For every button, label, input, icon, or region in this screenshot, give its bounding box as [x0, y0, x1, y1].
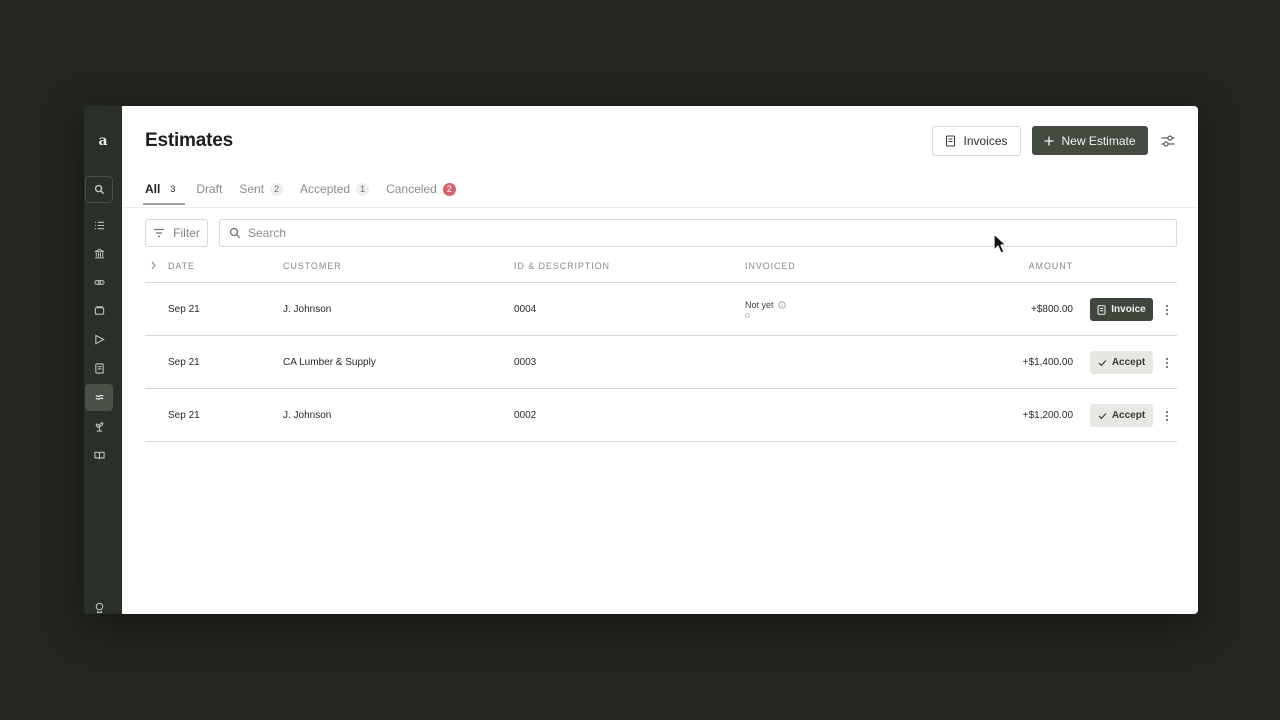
row-id: 0003 — [514, 357, 537, 368]
invoiced-text: Not yet — [745, 300, 774, 310]
help-icon — [95, 602, 103, 613]
filter-label: Filter — [173, 226, 200, 240]
sidebar-item-growth[interactable] — [85, 413, 113, 440]
more-options-icon[interactable] — [1162, 409, 1172, 423]
tab-draft[interactable]: Draft — [196, 182, 222, 205]
tab-label: All — [145, 182, 161, 196]
row-id: 0002 — [514, 410, 537, 421]
tab-accepted[interactable]: Accepted 1 — [300, 182, 370, 205]
chevron-right-icon[interactable] — [150, 261, 157, 270]
more-options-icon[interactable] — [1162, 356, 1172, 370]
column-id-description[interactable]: ID & DESCRIPTION — [514, 261, 610, 271]
sidebar-item-estimates[interactable] — [85, 384, 113, 411]
invoice-button-label: Invoice — [1111, 304, 1146, 315]
row-amount: +$800.00 — [1031, 304, 1073, 315]
search-icon — [229, 227, 241, 239]
tab-count-alert: 2 — [442, 182, 456, 196]
row-customer: J. Johnson — [283, 410, 332, 421]
sidebar-item-send[interactable] — [85, 326, 113, 353]
tab-label: Canceled — [386, 182, 437, 196]
row-id: 0004 — [514, 304, 537, 315]
document-icon — [946, 135, 956, 147]
send-icon — [94, 334, 105, 345]
wallet-icon — [94, 306, 104, 315]
main-panel: Estimates Invoices New Estimate All 3 Dr… — [122, 106, 1198, 614]
tab-sent[interactable]: Sent 2 — [239, 182, 284, 205]
more-options-icon[interactable] — [1162, 303, 1172, 317]
table-header: DATE CUSTOMER ID & DESCRIPTION INVOICED … — [145, 256, 1177, 283]
row-amount: +$1,400.00 — [1022, 357, 1073, 368]
tab-canceled[interactable]: Canceled 2 — [386, 182, 456, 205]
filter-icon — [154, 228, 165, 238]
sidebar-item-banking[interactable] — [85, 240, 113, 267]
sliders-icon — [1161, 135, 1175, 147]
column-customer[interactable]: CUSTOMER — [283, 261, 342, 271]
column-amount[interactable]: AMOUNT — [1029, 261, 1073, 271]
column-invoiced[interactable]: INVOICED — [745, 261, 796, 271]
link-icon — [93, 280, 105, 285]
tab-label: Sent — [239, 182, 265, 196]
filter-button[interactable]: Filter — [145, 219, 208, 247]
page-title: Estimates — [145, 130, 233, 151]
sidebar-item-invoices[interactable] — [85, 355, 113, 382]
search-input[interactable] — [248, 226, 1176, 240]
row-date: Sep 21 — [168, 357, 200, 368]
sidebar-item-wallet[interactable] — [85, 297, 113, 324]
tab-label: Accepted — [300, 182, 351, 196]
row-customer: J. Johnson — [283, 304, 332, 315]
app-window: a Estimates Invoices New Estimate All 3 … — [84, 106, 1198, 614]
tabs-divider — [122, 207, 1198, 208]
estimates-icon — [94, 394, 104, 400]
accept-button[interactable]: Accept — [1090, 404, 1153, 427]
tab-label: Draft — [196, 182, 223, 196]
sidebar-item-tasks[interactable] — [85, 212, 113, 239]
search-field[interactable] — [219, 219, 1177, 247]
table-row[interactable]: Sep 21 J. Johnson 0002 +$1,200.00 Accept — [145, 389, 1177, 442]
accept-button-label: Accept — [1111, 357, 1146, 368]
new-estimate-label: New Estimate — [1061, 133, 1136, 148]
sidebar-item-search[interactable] — [85, 176, 113, 203]
settings-button[interactable] — [1160, 133, 1176, 149]
sidebar-item-links[interactable] — [85, 269, 113, 296]
accept-button-label: Accept — [1111, 410, 1146, 421]
table-row[interactable]: Sep 21 J. Johnson 0004 Not yet +$800.00 … — [145, 283, 1177, 336]
sidebar-item-help[interactable] — [85, 594, 113, 614]
sidebar: a — [84, 106, 122, 614]
table-row[interactable]: Sep 21 CA Lumber & Supply 0003 +$1,400.0… — [145, 336, 1177, 389]
row-date: Sep 21 — [168, 304, 200, 315]
row-amount: +$1,200.00 — [1022, 410, 1073, 421]
plant-icon — [95, 422, 103, 432]
row-customer: CA Lumber & Supply — [283, 357, 376, 368]
list-icon — [94, 221, 104, 230]
row-date: Sep 21 — [168, 410, 200, 421]
plus-icon — [1044, 136, 1054, 145]
mouse-cursor-icon — [993, 233, 1007, 254]
invoices-button[interactable]: Invoices — [932, 126, 1021, 156]
search-icon — [94, 184, 104, 195]
invoices-button-label: Invoices — [963, 134, 1008, 148]
status-dot — [745, 313, 750, 318]
tab-count: 3 — [170, 184, 176, 194]
new-estimate-button[interactable]: New Estimate — [1032, 126, 1148, 155]
bank-icon — [94, 248, 104, 259]
document-icon — [1097, 304, 1106, 315]
sidebar-item-library[interactable] — [85, 442, 113, 469]
row-invoiced-status: Not yet — [745, 300, 786, 318]
tab-count: 2 — [270, 182, 284, 196]
tab-count: 1 — [356, 182, 370, 196]
app-logo[interactable]: a — [84, 133, 122, 149]
check-icon — [1098, 359, 1107, 366]
invoice-button[interactable]: Invoice — [1090, 298, 1153, 321]
check-icon — [1098, 412, 1107, 419]
accept-button[interactable]: Accept — [1090, 351, 1153, 374]
tab-all[interactable]: All 3 — [142, 182, 186, 205]
document-icon — [94, 363, 104, 374]
status-tabs: All 3 Draft Sent 2 Accepted 1 Canceled 2 — [142, 182, 456, 205]
book-icon — [93, 451, 105, 460]
column-date[interactable]: DATE — [168, 261, 195, 271]
info-icon[interactable] — [778, 301, 786, 309]
